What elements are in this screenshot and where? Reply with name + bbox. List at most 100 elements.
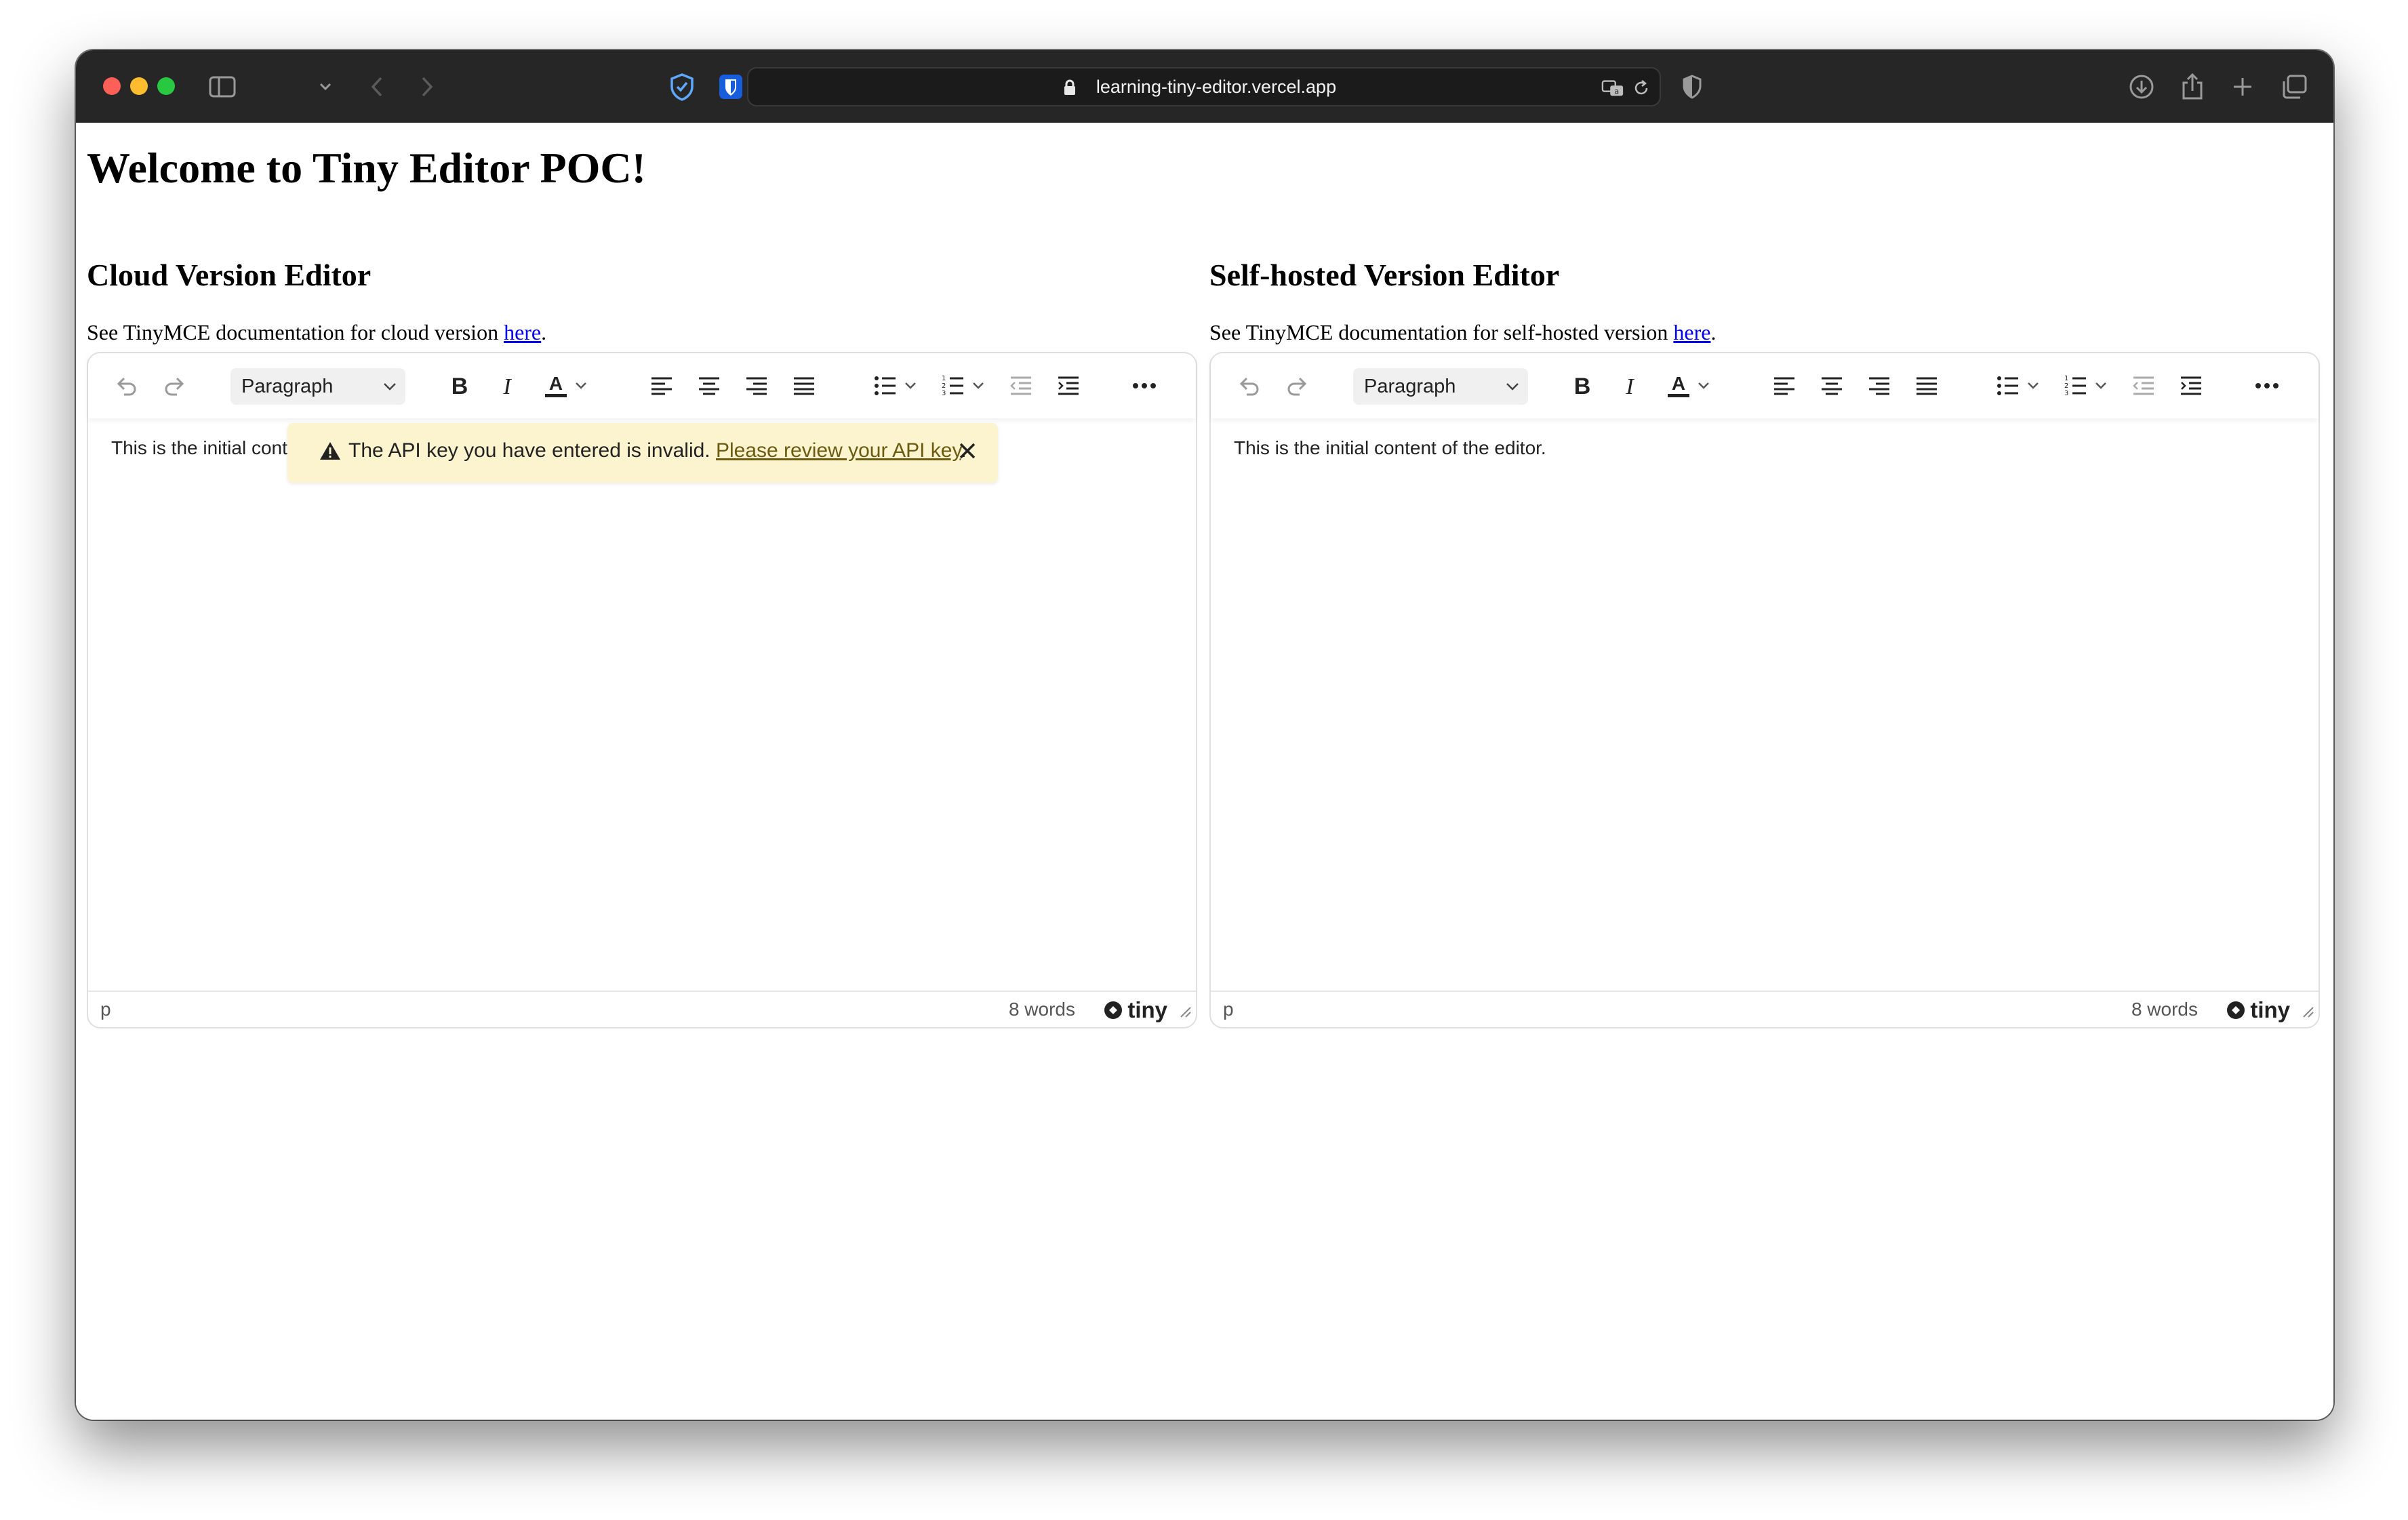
text-color-icon[interactable]: A <box>1664 368 1693 403</box>
italic-icon[interactable]: I <box>1615 368 1645 403</box>
self-hosted-doc-suffix: . <box>1710 320 1717 344</box>
word-count[interactable]: 8 words <box>1009 999 1075 1020</box>
share-icon[interactable] <box>2176 71 2209 103</box>
svg-text:3: 3 <box>2064 390 2068 397</box>
close-icon[interactable] <box>957 441 978 466</box>
undo-icon[interactable] <box>1234 368 1264 403</box>
editor-toolbar: Paragraph B I A 1 2 3 <box>1211 353 2319 418</box>
minimize-window-button[interactable] <box>130 77 148 95</box>
svg-text:1: 1 <box>942 375 946 382</box>
word-count[interactable]: 8 words <box>2131 999 2198 1020</box>
chevron-down-icon <box>382 368 397 417</box>
text-color-chevron-icon[interactable] <box>571 368 591 403</box>
privacy-shield-icon[interactable] <box>666 71 698 103</box>
reload-icon[interactable] <box>1630 77 1653 100</box>
svg-text:2: 2 <box>942 382 946 390</box>
translate-icon[interactable]: a <box>1601 77 1624 100</box>
align-right-icon[interactable] <box>1864 368 1894 403</box>
resize-handle-icon[interactable] <box>1180 1001 1192 1023</box>
bullet-list-icon[interactable] <box>870 368 900 403</box>
svg-text:a: a <box>1614 87 1619 96</box>
bullet-list-chevron-icon[interactable] <box>2023 368 2043 403</box>
svg-text:2: 2 <box>2064 382 2068 390</box>
browser-titlebar: learning-tiny-editor.vercel.app a <box>76 50 2333 123</box>
self-hosted-doc-text: See TinyMCE documentation for self-hoste… <box>1209 320 1716 345</box>
page-title: Welcome to Tiny Editor POC! <box>87 144 646 192</box>
undo-icon[interactable] <box>111 368 141 403</box>
sidebar-toggle-icon[interactable] <box>206 71 239 103</box>
resize-handle-icon[interactable] <box>2302 1001 2314 1023</box>
more-icon[interactable] <box>2252 368 2282 403</box>
block-format-dropdown[interactable]: Paragraph <box>1353 368 1528 405</box>
outdent-icon[interactable] <box>2129 368 2159 403</box>
forward-icon[interactable] <box>411 71 443 103</box>
editor-toolbar: Paragraph B I A 1 2 3 <box>88 353 1196 418</box>
outdent-icon[interactable] <box>1006 368 1036 403</box>
tiny-brand-text: tiny <box>1127 997 1167 1022</box>
indent-icon[interactable] <box>1054 368 1083 403</box>
bitwarden-icon[interactable] <box>715 71 747 103</box>
downloads-icon[interactable] <box>2125 71 2158 103</box>
more-icon[interactable] <box>1129 368 1159 403</box>
block-format-label: Paragraph <box>1364 376 1456 397</box>
bold-icon[interactable]: B <box>1567 368 1597 403</box>
justify-icon[interactable] <box>789 368 819 403</box>
cloud-doc-link[interactable]: here <box>504 320 541 344</box>
svg-text:I: I <box>502 374 512 398</box>
numbered-list-chevron-icon[interactable] <box>968 368 988 403</box>
new-tab-icon[interactable] <box>2226 71 2259 103</box>
numbered-list-chevron-icon[interactable] <box>2091 368 2111 403</box>
tab-overview-icon[interactable] <box>2278 71 2310 103</box>
editor-statusbar: p 8 words tiny <box>1211 991 2319 1027</box>
review-api-key-link[interactable]: Please review your API key <box>716 439 961 462</box>
numbered-list-icon[interactable]: 123 <box>938 368 968 403</box>
tiny-brand-link[interactable]: tiny <box>1103 997 1167 1023</box>
cloud-doc-prefix: See TinyMCE documentation for cloud vers… <box>87 320 504 344</box>
align-left-icon[interactable] <box>1769 368 1799 403</box>
address-bar[interactable]: learning-tiny-editor.vercel.app a <box>747 67 1661 106</box>
self-hosted-doc-link[interactable]: here <box>1673 320 1710 344</box>
editor-content[interactable]: This is the initial cont <box>111 437 287 459</box>
warning-icon <box>319 441 342 466</box>
tiny-brand-link[interactable]: tiny <box>2226 997 2290 1023</box>
close-window-button[interactable] <box>103 77 121 95</box>
justify-icon[interactable] <box>1912 368 1942 403</box>
warning-text: The API key you have entered is invalid. <box>348 439 716 462</box>
align-center-icon[interactable] <box>694 368 724 403</box>
italic-icon[interactable]: I <box>492 368 522 403</box>
align-center-icon[interactable] <box>1817 368 1847 403</box>
editor-statusbar: p 8 words tiny <box>88 991 1196 1027</box>
url-text: learning-tiny-editor.vercel.app <box>1096 77 1337 97</box>
svg-text:B: B <box>452 374 468 398</box>
warning-message: The API key you have entered is invalid.… <box>348 439 967 462</box>
align-right-icon[interactable] <box>742 368 771 403</box>
self-hosted-doc-prefix: See TinyMCE documentation for self-hoste… <box>1209 320 1674 344</box>
svg-text:3: 3 <box>942 390 946 397</box>
back-icon[interactable] <box>361 71 393 103</box>
text-color-icon[interactable]: A <box>541 368 571 403</box>
zoom-window-button[interactable] <box>157 77 175 95</box>
cloud-editor: Paragraph B I A 1 2 3 This is the initia… <box>87 352 1197 1028</box>
browser-window: learning-tiny-editor.vercel.app a Welcom… <box>76 50 2333 1420</box>
bullet-list-icon[interactable] <box>1993 368 2023 403</box>
bold-icon[interactable]: B <box>445 368 475 403</box>
bullet-list-chevron-icon[interactable] <box>900 368 921 403</box>
block-format-dropdown[interactable]: Paragraph <box>230 368 405 405</box>
editor-content[interactable]: This is the initial content of the edito… <box>1234 437 1546 459</box>
svg-text:I: I <box>1625 374 1634 398</box>
numbered-list-icon[interactable]: 123 <box>2061 368 2091 403</box>
sidebar-menu-chevron-icon[interactable] <box>317 71 334 103</box>
svg-text:B: B <box>1574 374 1591 398</box>
chevron-down-icon <box>1505 368 1520 417</box>
text-color-chevron-icon[interactable] <box>1693 368 1714 403</box>
redo-icon[interactable] <box>1283 368 1312 403</box>
align-left-icon[interactable] <box>647 368 677 403</box>
page-content: Welcome to Tiny Editor POC! Cloud Versio… <box>76 123 2333 1420</box>
tiny-logo-icon <box>2227 1001 2245 1019</box>
element-path[interactable]: p <box>1223 999 1234 1020</box>
redo-icon[interactable] <box>160 368 190 403</box>
svg-text:A: A <box>1672 373 1685 394</box>
element-path[interactable]: p <box>100 999 111 1020</box>
indent-icon[interactable] <box>2176 368 2206 403</box>
privacy-report-icon[interactable] <box>1676 71 1708 103</box>
